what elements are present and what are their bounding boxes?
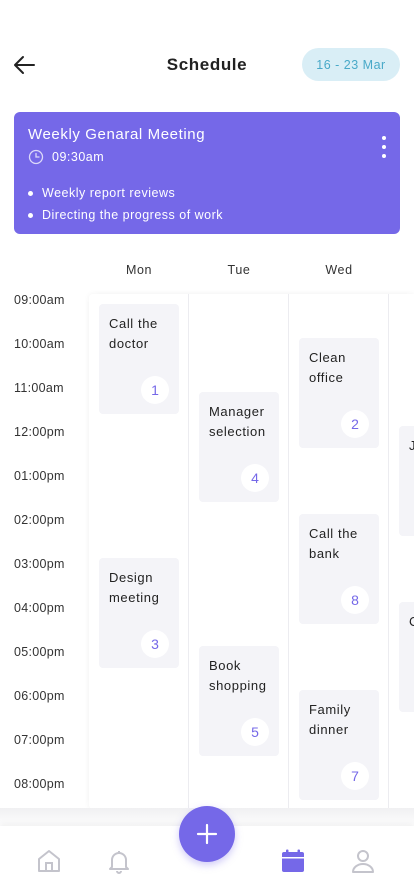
event-card[interactable]: Manager selection 4 — [199, 392, 279, 502]
kebab-menu-icon[interactable] — [378, 136, 390, 158]
time-label: 04:00pm — [14, 601, 65, 615]
event-card[interactable]: Design meeting 3 — [99, 558, 179, 668]
tab-notifications[interactable] — [104, 846, 134, 876]
time-label: 12:00pm — [14, 425, 65, 439]
tab-home[interactable] — [34, 846, 64, 876]
time-label: 02:00pm — [14, 513, 65, 527]
date-range-button[interactable]: 16 - 23 Mar — [302, 48, 400, 81]
header: Schedule 16 - 23 Mar — [0, 40, 414, 90]
add-event-button[interactable] — [179, 806, 235, 862]
day-header-wed: Wed — [325, 263, 353, 277]
meeting-agenda: Weekly report reviews Directing the prog… — [28, 182, 223, 226]
time-label: 10:00am — [14, 337, 65, 351]
column-divider — [388, 294, 389, 809]
calendar-icon — [282, 849, 304, 872]
featured-meeting-card[interactable]: Weekly Genaral Meeting 09:30am Weekly re… — [14, 112, 400, 234]
time-label: 03:00pm — [14, 557, 65, 571]
tab-profile[interactable] — [348, 846, 378, 876]
event-name: Book shopping — [209, 658, 267, 693]
plus-icon — [196, 823, 218, 845]
event-number-badge: 1 — [141, 376, 169, 404]
clock-icon — [28, 149, 44, 165]
column-divider — [188, 294, 189, 809]
event-card[interactable]: C — [399, 602, 414, 712]
event-name: C — [409, 612, 414, 632]
user-icon — [352, 850, 374, 873]
time-label: 05:00pm — [14, 645, 65, 659]
schedule-grid: Call the doctor 1 Design meeting 3 Manag… — [89, 294, 414, 809]
event-number-badge: 5 — [241, 718, 269, 746]
meeting-title: Weekly Genaral Meeting — [28, 126, 206, 143]
column-divider — [288, 294, 289, 809]
event-number-badge: 8 — [341, 586, 369, 614]
event-name: Clean office — [309, 350, 346, 385]
event-card[interactable]: Call the doctor 1 — [99, 304, 179, 414]
event-card[interactable]: Call the bank 8 — [299, 514, 379, 624]
tab-calendar[interactable] — [278, 846, 308, 876]
event-card[interactable]: Family dinner 7 — [299, 690, 379, 800]
event-card[interactable]: Book shopping 5 — [199, 646, 279, 756]
event-name: Family dinner — [309, 702, 351, 737]
home-icon — [38, 850, 60, 872]
meeting-time-text: 09:30am — [52, 150, 105, 164]
agenda-item: Directing the progress of work — [28, 204, 223, 226]
meeting-time: 09:30am — [28, 149, 104, 165]
day-header-mon: Mon — [125, 263, 153, 277]
event-name: Call the bank — [309, 526, 358, 561]
event-number-badge: 3 — [141, 630, 169, 658]
time-label: 07:00pm — [14, 733, 65, 747]
event-number-badge: 7 — [341, 762, 369, 790]
agenda-item: Weekly report reviews — [28, 182, 223, 204]
time-label: 11:00am — [14, 381, 64, 395]
event-card[interactable]: Clean office 2 — [299, 338, 379, 448]
time-label: 06:00pm — [14, 689, 65, 703]
event-name: Manager selection — [209, 404, 266, 439]
event-card[interactable]: J — [399, 426, 414, 536]
event-name: Call the doctor — [109, 316, 158, 351]
time-label: 08:00pm — [14, 777, 65, 791]
event-name: J — [409, 438, 414, 453]
day-header-tue: Tue — [227, 263, 251, 277]
event-number-badge: 4 — [241, 464, 269, 492]
time-label: 09:00am — [14, 293, 65, 307]
event-name: Design meeting — [109, 570, 160, 605]
time-label: 01:00pm — [14, 469, 65, 483]
event-number-badge: 2 — [341, 410, 369, 438]
bell-icon — [109, 851, 129, 874]
